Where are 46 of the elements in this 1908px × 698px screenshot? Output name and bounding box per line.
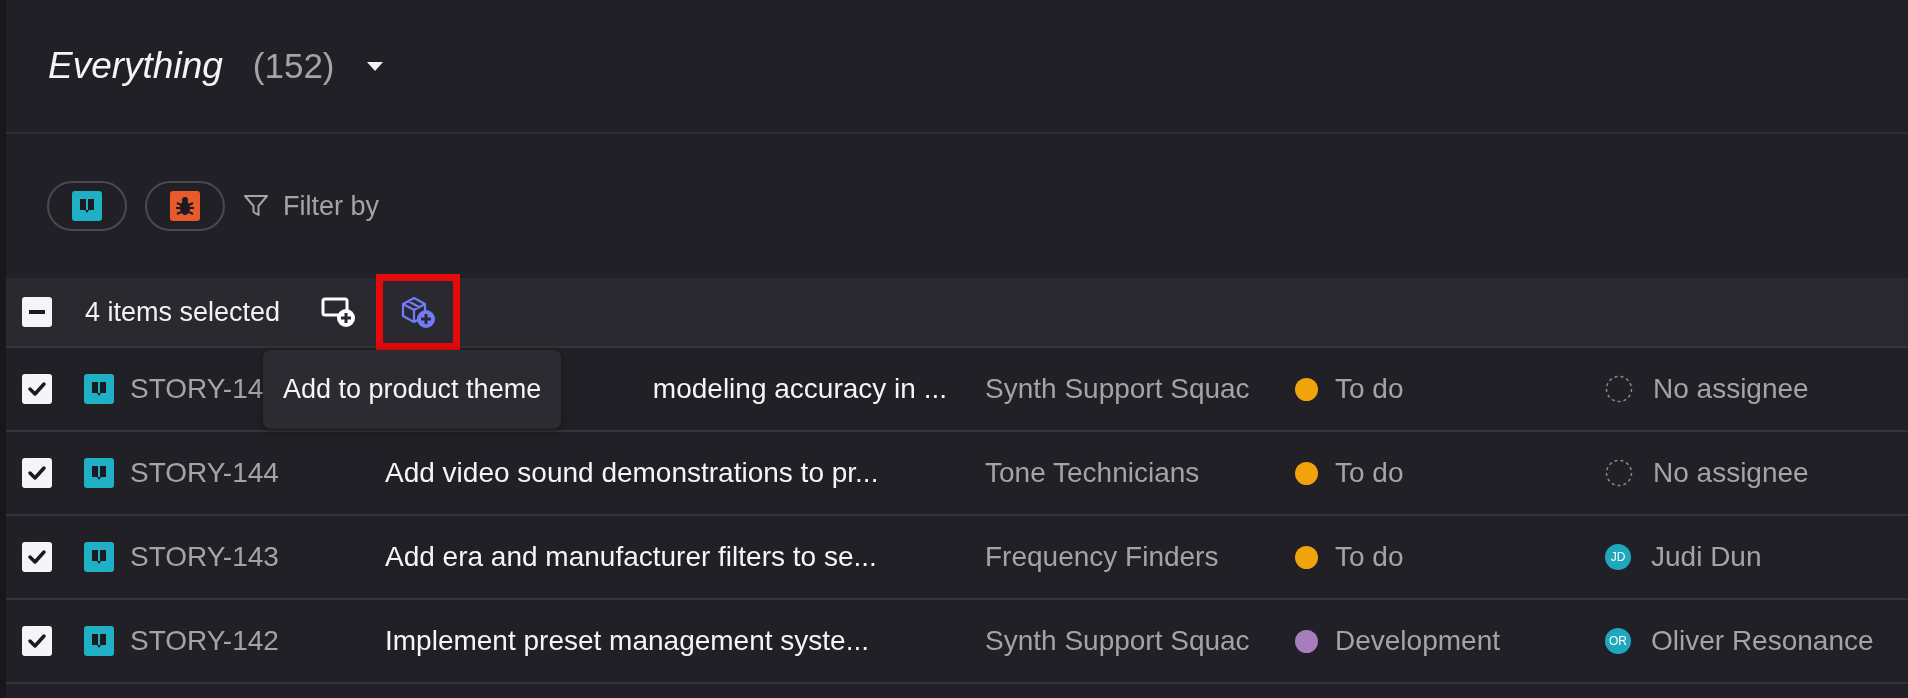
- checkbox[interactable]: [22, 458, 52, 488]
- book-icon: [84, 458, 114, 488]
- assignee-name: Judi Dun: [1651, 541, 1762, 573]
- issue-title[interactable]: Add era and manufacturer filters to se...: [385, 541, 877, 573]
- bug-icon: [170, 191, 200, 221]
- tooltip-text: Add to product theme: [283, 374, 542, 404]
- status-label: To do: [1335, 457, 1404, 489]
- team-name: Frequency Finders: [985, 541, 1220, 573]
- assignee-name: No assignee: [1653, 457, 1809, 489]
- issue-id: STORY-143: [130, 541, 279, 572]
- filter-icon: [243, 193, 269, 219]
- issue-id: STORY-144: [130, 457, 279, 488]
- issue-id: STORY-14: [130, 373, 264, 404]
- empty-avatar-icon: [1605, 459, 1633, 487]
- checkbox[interactable]: [22, 374, 52, 404]
- box-add-icon: [399, 295, 438, 329]
- checkbox[interactable]: [22, 297, 52, 327]
- view-title: Everything: [48, 45, 223, 87]
- item-count: (152): [252, 46, 335, 86]
- book-icon: [84, 626, 114, 656]
- team-name: Synth Support Squac: [985, 373, 1251, 405]
- status-label: To do: [1335, 373, 1404, 405]
- user-avatar: OR: [1605, 628, 1631, 654]
- filter-button[interactable]: Filter by: [243, 190, 380, 222]
- user-avatar: JD: [1605, 544, 1631, 570]
- type-filter-chip[interactable]: [47, 181, 127, 231]
- book-icon: [72, 191, 102, 221]
- assignee-name: No assignee: [1653, 373, 1809, 405]
- status-label: Development: [1335, 625, 1500, 657]
- issue-title[interactable]: Implement preset management syste...: [385, 625, 869, 657]
- book-icon: [84, 374, 114, 404]
- book-icon: [84, 542, 114, 572]
- team-name: Tone Technicians: [985, 457, 1201, 489]
- issue-id: STORY-142: [130, 625, 279, 656]
- screen-add-icon: [321, 296, 358, 328]
- issue-title[interactable]: Add video sound demonstrations to pr...: [385, 457, 879, 489]
- empty-avatar-icon: [1605, 375, 1633, 403]
- caret-icon[interactable]: [366, 61, 383, 71]
- checkbox[interactable]: [22, 542, 52, 572]
- issue-title[interactable]: modeling accuracy in ...: [652, 373, 947, 405]
- selection-count: 4 items selected: [85, 296, 281, 328]
- assignee-name: Oliver Resonance: [1651, 625, 1874, 657]
- team-name: Synth Support Squac: [985, 625, 1251, 657]
- status-label: To do: [1335, 541, 1404, 573]
- type-filter-chip[interactable]: [145, 181, 225, 231]
- checkbox[interactable]: [22, 626, 52, 656]
